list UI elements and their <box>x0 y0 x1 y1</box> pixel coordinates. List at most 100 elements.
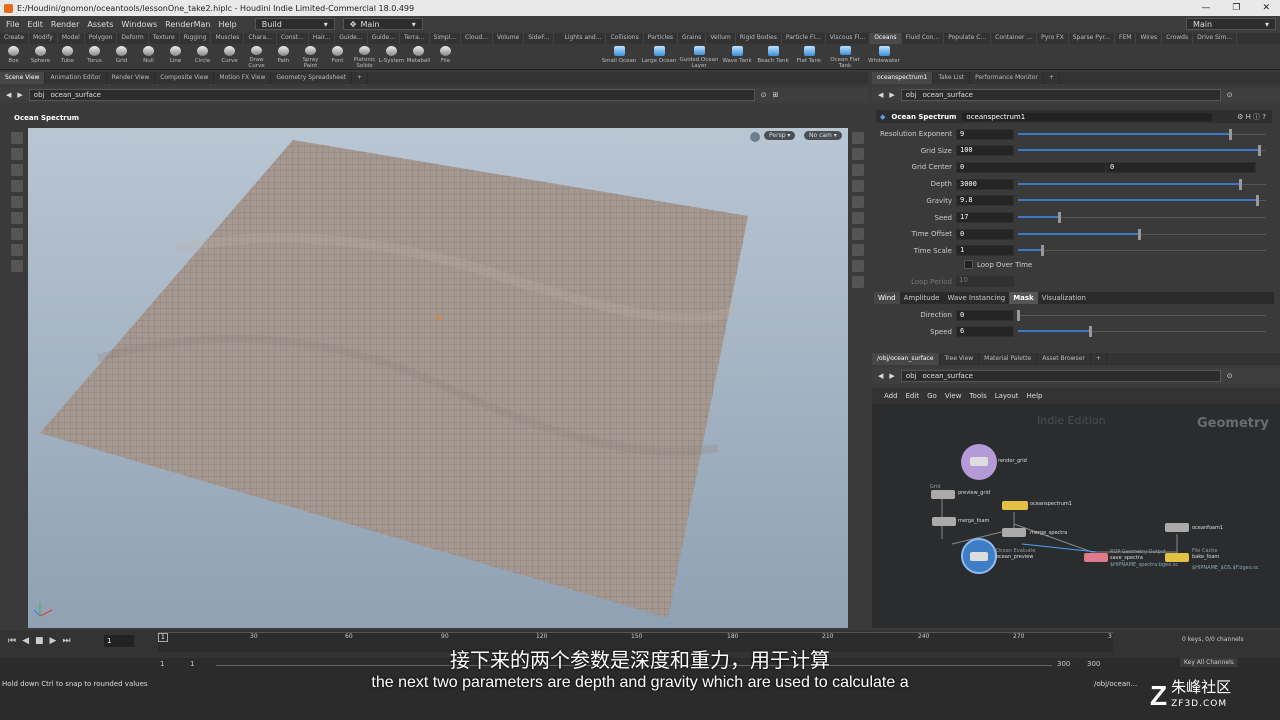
net-menu-add[interactable]: Add <box>884 392 898 400</box>
checkbox-icon[interactable] <box>964 260 973 269</box>
param-value-field[interactable]: 0 <box>956 228 1014 240</box>
tab-take-list[interactable]: Take List <box>933 72 971 84</box>
menu-help[interactable]: Help <box>219 20 237 29</box>
tool-metaball[interactable]: Metaball <box>405 44 432 69</box>
loop-period-field[interactable]: 10 <box>956 276 1014 287</box>
display-option-icon[interactable] <box>852 180 864 192</box>
shelf-tab[interactable]: Rigging <box>180 33 212 44</box>
path-root[interactable]: obj <box>906 91 917 99</box>
tab-tree-view[interactable]: Tree View <box>940 353 980 365</box>
shelf-tab[interactable]: Vellum <box>706 33 736 44</box>
menu-windows[interactable]: Windows <box>121 20 157 29</box>
tab-mask[interactable]: Mask <box>1009 292 1038 304</box>
menu-file[interactable]: File <box>6 20 19 29</box>
tab-wave-instancing[interactable]: Wave Instancing <box>943 292 1009 304</box>
shelf-tab[interactable]: Container ... <box>991 33 1038 44</box>
param-slider[interactable] <box>1018 195 1272 207</box>
merge-foam-node[interactable] <box>932 517 956 526</box>
shelf-tab[interactable]: Muscles <box>211 33 245 44</box>
tool-flat-tank[interactable]: Flat Tank <box>791 44 827 69</box>
back-icon[interactable]: ◀ <box>878 372 883 380</box>
param-value-field[interactable]: 0 <box>956 309 1014 321</box>
param-value-field[interactable]: 0 <box>956 161 1106 173</box>
param-value2-field[interactable]: 0 <box>1106 161 1256 173</box>
tool-file[interactable]: File <box>432 44 459 69</box>
scene-viewport[interactable]: Persp ▾ No cam ▾ <box>28 128 848 628</box>
lock-camera-icon[interactable] <box>750 132 760 142</box>
tab-animation-editor[interactable]: Animation Editor <box>45 72 107 84</box>
minimize-button[interactable]: — <box>1201 3 1210 13</box>
shelf-tab[interactable]: Lights and... <box>560 33 607 44</box>
camera-menu[interactable]: Persp ▾ <box>764 131 796 140</box>
shelf-tab[interactable]: Particles <box>644 33 679 44</box>
shelf-tab[interactable]: Guide... <box>335 33 368 44</box>
tool-draw-curve[interactable]: Draw Curve <box>243 44 270 69</box>
tab-oceanspectrum1[interactable]: oceanspectrum1 <box>872 72 934 84</box>
pin-icon[interactable]: ⊙ <box>1227 372 1233 380</box>
tool-ocean-flat-tank[interactable]: Ocean Flat Tank <box>827 44 863 69</box>
tool-sphere[interactable]: Sphere <box>27 44 54 69</box>
param-slider[interactable] <box>1018 212 1272 223</box>
slider-knob[interactable] <box>1041 245 1045 257</box>
forward-icon[interactable]: ▶ <box>17 91 22 99</box>
tool-circle[interactable]: Circle <box>189 44 216 69</box>
tool-platonic-solids[interactable]: Platonic Solids <box>351 44 378 69</box>
tab-composite-view[interactable]: Composite View <box>155 72 215 84</box>
shelf-tab[interactable]: Model <box>58 33 85 44</box>
net-menu-go[interactable]: Go <box>927 392 937 400</box>
shelf-tab[interactable]: Rigid Bodies <box>736 33 782 44</box>
tab-amplitude[interactable]: Amplitude <box>900 292 944 304</box>
slider-knob[interactable] <box>1137 228 1141 240</box>
tool-guided-ocean-layer[interactable]: Guided Ocean Layer <box>679 44 719 69</box>
path-field[interactable]: obj ocean_surface <box>28 89 755 101</box>
shelf-tab[interactable]: FEM <box>1115 33 1137 44</box>
shelf-tab[interactable]: Volume <box>493 33 525 44</box>
tab-wind[interactable]: Wind <box>874 292 900 304</box>
param-slider[interactable] <box>1018 228 1272 240</box>
forward-icon[interactable]: ▶ <box>889 372 894 380</box>
add-tab-icon[interactable]: + <box>352 72 369 84</box>
shelf-tab[interactable]: Grains <box>678 33 707 44</box>
pin-icon[interactable]: ⊙ <box>1227 91 1233 99</box>
shelf-tab[interactable]: Crowds <box>1162 33 1194 44</box>
slider-knob[interactable] <box>1229 128 1233 140</box>
add-tab-icon[interactable]: + <box>1044 72 1060 84</box>
shelf-tab[interactable]: Texture <box>149 33 180 44</box>
node-name-field[interactable]: oceanspectrum1 <box>962 112 1213 121</box>
tab-network[interactable]: /obj/ocean_surface <box>872 353 940 365</box>
display-option-icon[interactable] <box>852 260 864 272</box>
net-menu-edit[interactable]: Edit <box>906 392 920 400</box>
tool-whitewater[interactable]: Whitewater <box>863 44 905 69</box>
slider-knob[interactable] <box>1258 145 1262 157</box>
tab-geometry-spreadsheet[interactable]: Geometry Spreadsheet <box>271 72 352 84</box>
shelf-tab[interactable]: Simpl... <box>430 33 462 44</box>
tool-l-system[interactable]: L-System <box>378 44 405 69</box>
display-option-icon[interactable] <box>852 164 864 176</box>
tab-render-view[interactable]: Render View <box>107 72 156 84</box>
shelf-tab[interactable]: Cloud... <box>461 33 493 44</box>
shelf-tab[interactable]: Modify <box>29 33 58 44</box>
menu-render[interactable]: Render <box>51 20 79 29</box>
gear-icon[interactable]: ⚙ H ⓘ ? <box>1237 112 1272 122</box>
shelf-tab[interactable]: Deform <box>117 33 149 44</box>
param-slider[interactable] <box>1018 245 1272 257</box>
transform-tool-icon[interactable] <box>11 148 23 160</box>
shelf-tab[interactable]: Pyro FX <box>1037 33 1069 44</box>
view-dropdown[interactable]: ✥ Main ▾ <box>342 18 423 30</box>
tab-performance-monitor[interactable]: Performance Monitor <box>970 72 1044 84</box>
tab-motion-fx-view[interactable]: Motion FX View <box>214 72 272 84</box>
right-desktop-dropdown[interactable]: Main ▾ <box>1186 18 1276 30</box>
shelf-tab[interactable]: Const... <box>277 33 309 44</box>
tool-large-ocean[interactable]: Large Ocean <box>639 44 679 69</box>
render-grid-node[interactable] <box>961 444 997 480</box>
ocean-preview-node[interactable] <box>961 538 997 574</box>
scale-tool-icon[interactable] <box>11 180 23 192</box>
loop-over-time-checkbox[interactable]: Loop Over Time <box>964 260 1032 269</box>
pose-tool-icon[interactable] <box>11 212 23 224</box>
tool-box[interactable]: Box <box>0 44 27 69</box>
slider-knob[interactable] <box>1058 212 1062 223</box>
view-tool-icon[interactable] <box>11 228 23 240</box>
handle-tool-icon[interactable] <box>11 196 23 208</box>
menu-assets[interactable]: Assets <box>87 20 113 29</box>
param-value-field[interactable]: 3000 <box>956 178 1014 190</box>
